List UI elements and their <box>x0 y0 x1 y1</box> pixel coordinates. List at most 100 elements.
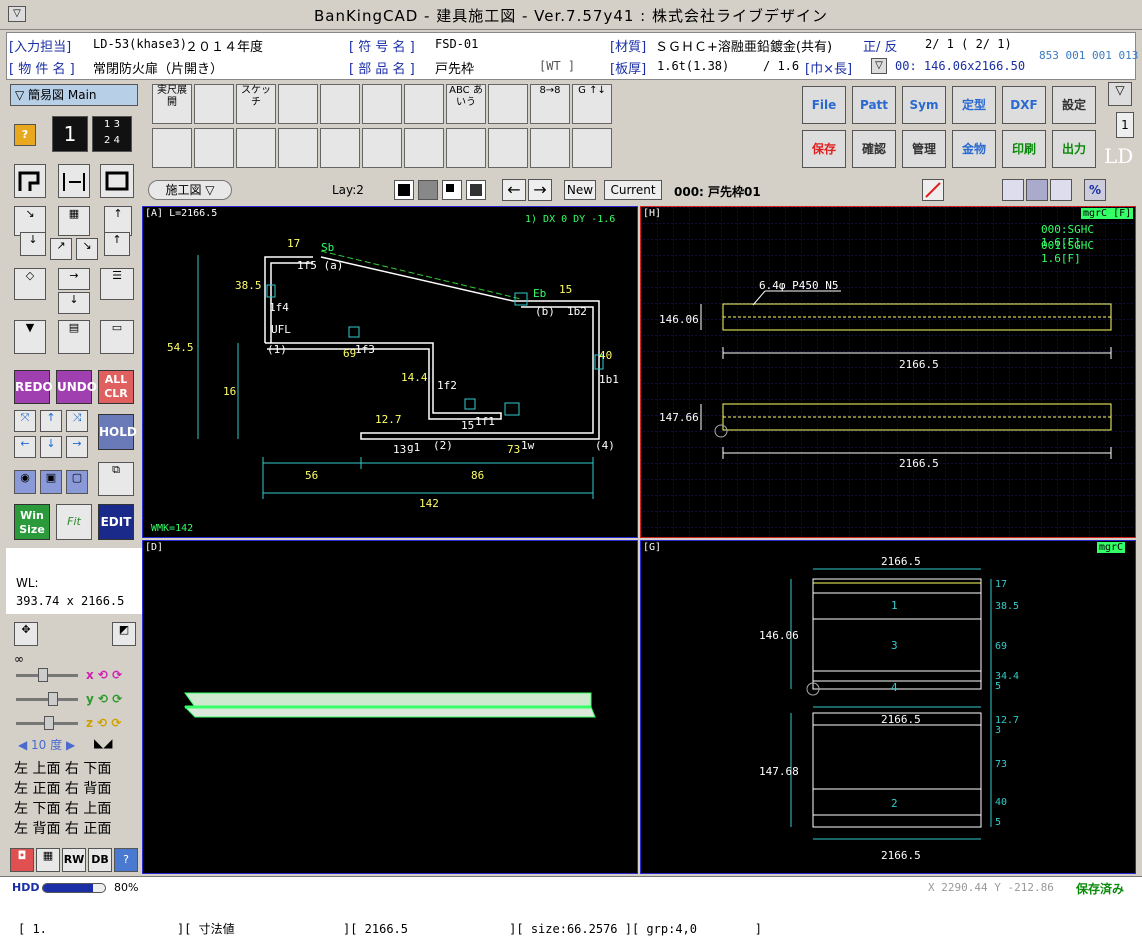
current-button[interactable]: Current <box>604 180 662 200</box>
file-button-3[interactable]: Sym <box>902 86 946 124</box>
view-side-icon[interactable]: ▢ <box>66 470 88 494</box>
tool-red-icon[interactable]: ◘ <box>10 848 34 872</box>
new-button[interactable]: New <box>564 180 596 200</box>
zoom-shrink-icon[interactable]: ⤨ <box>66 410 88 432</box>
tool-button-2[interactable] <box>194 84 234 124</box>
view-front-icon[interactable]: ▣ <box>40 470 62 494</box>
tool-button-7[interactable] <box>404 84 444 124</box>
fugo-value[interactable]: FSD-01 <box>435 37 478 51</box>
shape-table-icon[interactable]: ☰ <box>100 268 134 300</box>
view-3d-icon[interactable]: ◉ <box>14 470 36 494</box>
fill-half-icon[interactable] <box>442 180 462 200</box>
fit-icon[interactable]: Fit <box>56 504 92 540</box>
file-button-2[interactable]: Patt <box>852 86 896 124</box>
tool-button-14[interactable] <box>236 128 276 168</box>
file-button-11[interactable]: 印刷 <box>1002 130 1046 168</box>
pane-a[interactable]: [A] L=2166.5 1) DX 0 DY -1.6 WMK=142 17 3… <box>142 206 638 538</box>
z-slider[interactable] <box>16 716 78 730</box>
arrow-down3-icon[interactable]: ↓ <box>58 292 90 314</box>
redo-button[interactable]: REDO <box>14 370 53 404</box>
percent-icon[interactable]: % <box>1084 179 1106 201</box>
line-tool-icon[interactable] <box>922 179 944 201</box>
arrow-right-icon[interactable]: → <box>58 268 90 290</box>
y-rotate-icons[interactable]: y ⟲ ⟳ <box>86 692 122 706</box>
file-button-1[interactable]: File <box>802 86 846 124</box>
pane-d[interactable]: [D] <box>142 540 638 874</box>
next-arrow-icon[interactable]: → <box>528 179 552 201</box>
tool-button-22[interactable] <box>572 128 612 168</box>
panel-menu-icon[interactable]: ▽ <box>1108 82 1132 106</box>
pan-right-icon[interactable]: → <box>66 436 88 458</box>
tool-button-16[interactable] <box>320 128 360 168</box>
pan-left-icon[interactable]: ← <box>14 436 36 458</box>
file-button-4[interactable]: 定型 <box>952 86 996 124</box>
tool-button-10[interactable]: 8→8 <box>530 84 570 124</box>
tool-button-17[interactable] <box>362 128 402 168</box>
view-row-4[interactable]: 左 背面 右 正面 <box>14 818 138 838</box>
fill-black-icon[interactable] <box>394 180 414 200</box>
rw-button[interactable]: RW <box>62 848 86 872</box>
arrow-down-icon[interactable]: ↓ <box>20 232 46 256</box>
view-row-1[interactable]: 左 上面 右 下面 <box>14 758 138 778</box>
tool-button-13[interactable] <box>194 128 234 168</box>
pane-g[interactable]: [G] mgrC 17 38.5 69 34.4 5 12.7 3 73 40 5 2166.5 … <box>640 540 1136 874</box>
tool-button-20[interactable] <box>488 128 528 168</box>
zaishitsu-value[interactable]: ＳＧＨＣ+溶融亜鉛鍍金(共有) <box>655 36 832 55</box>
tool-button-12[interactable] <box>152 128 192 168</box>
file-button-12[interactable]: 出力 <box>1052 130 1096 168</box>
y-slider-thumb[interactable] <box>48 692 58 706</box>
z-rotate-icons[interactable]: z ⟲ ⟳ <box>86 716 121 730</box>
tool-button-3[interactable]: スケッチ <box>236 84 276 124</box>
zoom-expand-icon[interactable]: ⤧ <box>14 410 36 432</box>
prev-arrow-icon[interactable]: ← <box>502 179 526 201</box>
calculator-icon[interactable]: ▦ <box>36 848 60 872</box>
file-button-5[interactable]: DXF <box>1002 86 1046 124</box>
shape-e-icon[interactable]: ▤ <box>58 320 90 354</box>
multi-window-icon[interactable]: ⧉ <box>98 462 134 496</box>
fill-stack-icon[interactable] <box>466 180 486 200</box>
undo-button[interactable]: UNDO <box>56 370 97 404</box>
shape-k-icon[interactable]: ▭ <box>100 320 134 354</box>
buhin-value[interactable]: 戸先枠 <box>435 58 474 77</box>
file-button-8[interactable]: 確認 <box>852 130 896 168</box>
x-slider-thumb[interactable] <box>38 668 48 682</box>
help-icon[interactable]: ? <box>14 124 36 146</box>
mode-selector[interactable]: ▽ 簡易図 Main <box>10 84 138 106</box>
db-button[interactable]: DB <box>88 848 112 872</box>
view-mode-dropdown[interactable]: 施工図 ▽ <box>148 180 232 200</box>
pan-up-icon[interactable]: ↑ <box>40 410 62 432</box>
deg-left-icon[interactable]: ◀ <box>18 738 31 752</box>
arrow-up2-icon[interactable]: ↑ <box>104 232 130 256</box>
shape-rhombus-icon[interactable]: ◇ <box>14 268 46 300</box>
file-button-6[interactable]: 設定 <box>1052 86 1096 124</box>
pane-h[interactable]: [H] mgrC [F] 000:SGHC 1.6[F] 001:SGHC 1.… <box>640 206 1136 538</box>
arrow-ne-icon[interactable]: ↗ <box>50 238 72 260</box>
haba-dropdown-icon[interactable]: ▽ <box>871 58 887 74</box>
solid-view-icons[interactable]: ◣◢ <box>94 736 112 750</box>
grid-dots-icon[interactable] <box>1002 179 1024 201</box>
allclr-button[interactable]: ALL CLR <box>98 370 134 404</box>
shape-f-icon[interactable]: ▦ <box>58 206 90 236</box>
shape-b-icon[interactable] <box>58 164 90 198</box>
tool-button-11[interactable]: G ↑↓ <box>572 84 612 124</box>
pan-down-icon[interactable]: ↓ <box>40 436 62 458</box>
tool-button-19[interactable] <box>446 128 486 168</box>
arrow-se-icon[interactable]: ↘ <box>76 238 98 260</box>
degree-control[interactable]: ◀ 10 度 ▶ <box>18 736 75 753</box>
shape-j-icon[interactable]: ▼ <box>14 320 46 354</box>
file-button-10[interactable]: 金物 <box>952 130 996 168</box>
nyuryoku-value[interactable]: LD-53(khase3) <box>93 37 187 51</box>
winsize-button[interactable]: Win Size <box>14 504 50 540</box>
bukken-value[interactable]: 常閉防火扉（片開き） <box>93 58 223 77</box>
tool-button-21[interactable] <box>530 128 570 168</box>
hold-button[interactable]: HOLD <box>98 414 137 450</box>
tool-button-1[interactable]: 実尺展開 <box>152 84 192 124</box>
deg-right-icon[interactable]: ▶ <box>62 738 75 752</box>
tool-button-9[interactable] <box>488 84 528 124</box>
itaatsu-value[interactable]: 1.6t(1.38) <box>657 59 729 73</box>
x-rotate-icons[interactable]: x ⟲ ⟳ <box>86 668 122 682</box>
shape-c-icon[interactable] <box>100 164 134 198</box>
file-button-9[interactable]: 管理 <box>902 130 946 168</box>
tool-button-15[interactable] <box>278 128 318 168</box>
x-slider[interactable] <box>16 668 78 682</box>
